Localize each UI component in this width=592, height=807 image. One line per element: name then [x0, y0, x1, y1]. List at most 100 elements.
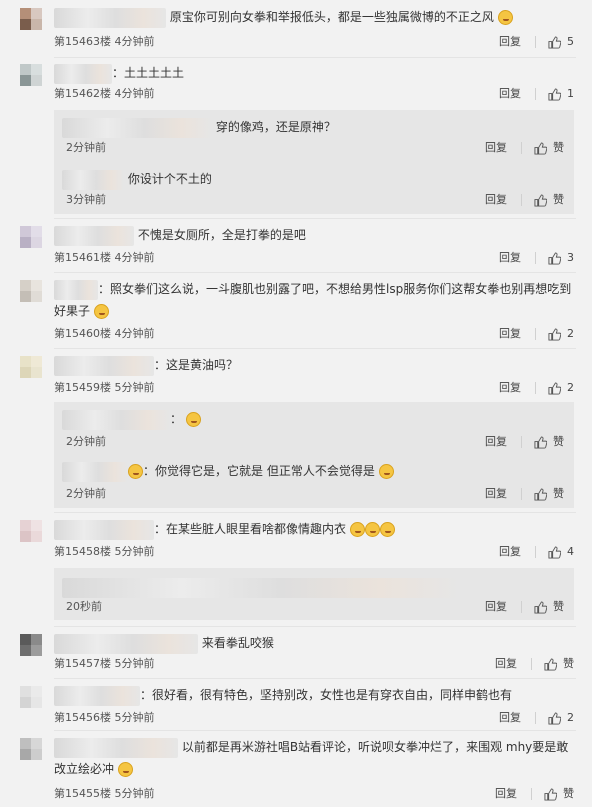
comment-item: 来看拳乱咬猴 第15457楼 5分钟前 回复 赞: [0, 632, 592, 676]
floor-number: 第15462楼: [54, 87, 111, 100]
avatar[interactable]: [20, 8, 42, 30]
divider: [54, 512, 576, 513]
like-label[interactable]: 赞: [553, 486, 564, 502]
like-label[interactable]: 赞: [553, 140, 564, 156]
thumbs-up-icon[interactable]: [534, 487, 547, 501]
reply-button[interactable]: 回复: [485, 140, 507, 156]
floor-number: 第15457楼: [54, 657, 111, 670]
reply-button[interactable]: 回复: [499, 34, 521, 50]
redacted-username[interactable]: [54, 279, 98, 300]
avatar[interactable]: [20, 634, 42, 656]
thumbs-up-icon[interactable]: [544, 657, 557, 671]
like-count: 1: [567, 87, 574, 100]
like-label[interactable]: 赞: [563, 656, 574, 672]
reply-button[interactable]: 回复: [495, 786, 517, 802]
redacted-username[interactable]: [62, 461, 128, 482]
reply-button[interactable]: 回复: [499, 326, 521, 342]
reply-button[interactable]: 回复: [485, 434, 507, 450]
thumbs-up-icon[interactable]: [548, 327, 561, 341]
redacted-username[interactable]: [54, 685, 140, 706]
comment-time: 4分钟前: [114, 251, 155, 264]
like-label[interactable]: 赞: [553, 192, 564, 208]
crying-emoji-icon: [93, 304, 109, 319]
like-label[interactable]: 赞: [553, 599, 564, 615]
redacted-username[interactable]: [54, 737, 178, 758]
reply-time: 2分钟前: [66, 435, 106, 448]
redacted-username[interactable]: [62, 169, 124, 190]
redacted-username[interactable]: [54, 355, 154, 376]
reply-button[interactable]: 回复: [485, 599, 507, 615]
comment-time: 4分钟前: [114, 87, 155, 100]
comment-item: ：很好看，很有特色，坚持别改，女性也是有穿衣自由，同样申鹤也有 第15456楼 …: [0, 684, 592, 728]
redacted-username[interactable]: [62, 409, 170, 430]
redacted-username[interactable]: [54, 519, 154, 540]
crying-emoji-icon: [379, 522, 395, 537]
thumbs-up-icon[interactable]: [548, 545, 561, 559]
comment-text: 原宝你可别向女拳和举报低头，都是一些独属微博的不正之风: [169, 10, 494, 24]
reply-button[interactable]: 回复: [499, 250, 521, 266]
floor-number: 第15455楼: [54, 787, 111, 800]
redacted-username[interactable]: [54, 63, 112, 84]
divider: [54, 57, 576, 58]
divider: [535, 88, 536, 100]
redacted-content[interactable]: [62, 577, 460, 598]
avatar[interactable]: [20, 686, 42, 708]
divider: [521, 488, 522, 500]
reply-thread: 20秒前 回复 赞: [54, 568, 574, 620]
avatar[interactable]: [20, 520, 42, 542]
avatar[interactable]: [20, 226, 42, 248]
avatar[interactable]: [20, 280, 42, 302]
floor-number: 第15463楼: [54, 35, 111, 48]
reply-button[interactable]: 回复: [499, 380, 521, 396]
thumbs-up-icon[interactable]: [548, 381, 561, 395]
reply-button[interactable]: 回复: [495, 656, 517, 672]
redacted-username[interactable]: [54, 225, 134, 246]
crying-emoji-icon: [364, 522, 380, 537]
reply-text: 你设计个不土的: [127, 172, 212, 186]
redacted-username[interactable]: [54, 7, 166, 28]
divider: [521, 601, 522, 613]
avatar[interactable]: [20, 738, 42, 760]
comment-item: ：照女拳们这么说，一斗腹肌也别露了吧，不想给男性lsp服务你们这帮女拳也别再想吃…: [0, 278, 592, 344]
divider: [521, 142, 522, 154]
reply-button[interactable]: 回复: [499, 710, 521, 726]
reply-button[interactable]: 回复: [485, 192, 507, 208]
thumbs-up-icon[interactable]: [534, 141, 547, 155]
thumbs-up-icon[interactable]: [534, 193, 547, 207]
floor-number: 第15459楼: [54, 381, 111, 394]
comment-text: ：土土土土土: [112, 66, 185, 80]
thumbs-up-icon[interactable]: [544, 787, 557, 801]
divider: [54, 678, 576, 679]
divider: [54, 348, 576, 349]
divider: [54, 626, 576, 627]
like-label[interactable]: 赞: [563, 786, 574, 802]
dog-emoji-icon: [378, 464, 394, 479]
comment-item: ：这是黄油吗？ 第15459楼 5分钟前 回复 2: [0, 354, 592, 398]
reply-button[interactable]: 回复: [499, 86, 521, 102]
reply-text: ：: [170, 412, 183, 426]
floor-number: 第15458楼: [54, 545, 111, 558]
avatar[interactable]: [20, 64, 42, 86]
reply-text: ：你觉得它是，它就是 但正常人不会觉得是: [143, 464, 375, 478]
thumbs-up-icon[interactable]: [548, 35, 561, 49]
thumbs-up-icon[interactable]: [534, 600, 547, 614]
divider: [535, 546, 536, 558]
thumbs-up-icon[interactable]: [548, 251, 561, 265]
comment-text: ：这是黄油吗？: [154, 358, 239, 372]
avatar[interactable]: [20, 356, 42, 378]
reply-button[interactable]: 回复: [499, 544, 521, 560]
like-label[interactable]: 赞: [553, 434, 564, 450]
thumbs-up-icon[interactable]: [534, 435, 547, 449]
comment-time: 5分钟前: [114, 657, 155, 670]
thumbs-up-icon[interactable]: [548, 711, 561, 725]
comment-time: 4分钟前: [114, 35, 155, 48]
thumbs-up-icon[interactable]: [548, 87, 561, 101]
reply-text: 穿的像鸡，还是原神？: [215, 120, 336, 134]
dog-emoji-icon: [117, 762, 133, 777]
redacted-username[interactable]: [54, 633, 198, 654]
redacted-username[interactable]: [62, 117, 212, 138]
comment-item: ：在某些脏人眼里看啥都像情趣内衣 第15458楼 5分钟前 回复 4: [0, 518, 592, 562]
divider: [535, 36, 536, 48]
reply-button[interactable]: 回复: [485, 486, 507, 502]
reply-time: 20秒前: [66, 600, 102, 613]
